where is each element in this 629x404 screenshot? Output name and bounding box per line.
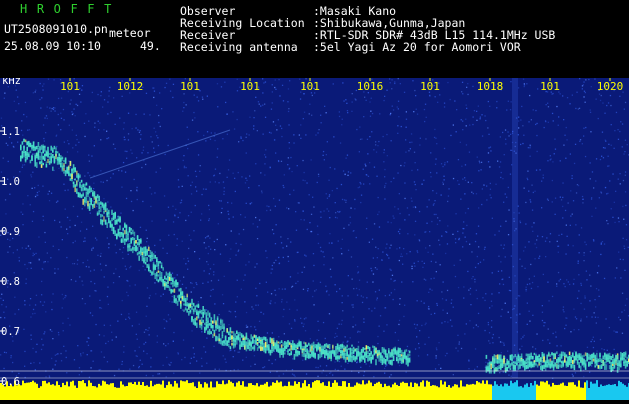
spectrogram-canvas: 101 1012 101 101 101 1016 101 1018 101 1020 1.1 1.… xyxy=(0,78,629,400)
x-tick-label: 101 xyxy=(240,80,260,93)
x-tick-label: 1012 xyxy=(117,80,144,93)
y-tick-label: 0.8 xyxy=(1,276,20,288)
y-tick-label: 0.7 xyxy=(1,326,20,338)
antenna-label: Receiving antenna xyxy=(180,41,298,53)
x-tick-label: 1018 xyxy=(477,80,504,93)
event-tag: meteor xyxy=(109,27,151,39)
spectrogram-background xyxy=(0,78,629,400)
x-tick-label: 101 xyxy=(180,80,200,93)
y-tick-label: 0.6 xyxy=(1,376,20,388)
x-tick-label: 1016 xyxy=(357,80,384,93)
y-tick-label: 1.0 xyxy=(1,176,20,188)
x-tick-label: 1020 xyxy=(597,80,624,93)
seconds-readout: 49. xyxy=(140,40,161,52)
x-tick-label: 101 xyxy=(300,80,320,93)
file-name: UT2508091010.pn xyxy=(4,23,108,35)
y-tick-label: 1.1 xyxy=(1,126,20,138)
date-time: 25.08.09 10:10 xyxy=(4,40,101,52)
y-tick-label: 0.9 xyxy=(1,226,20,238)
x-tick-label: 101 xyxy=(420,80,440,93)
spectrogram-panel: 101 1012 101 101 101 1016 101 1018 101 1020 1.1 1.… xyxy=(0,78,629,400)
antenna-value: :5el Yagi Az 20 for Aomori VOR xyxy=(313,41,521,53)
header-panel: HROFFT UT2508091010.pn meteor 25.08.09 1… xyxy=(0,0,629,78)
y-axis-unit: kHz xyxy=(2,78,21,87)
x-tick-label: 101 xyxy=(60,80,80,93)
app-title: HROFFT xyxy=(20,3,121,15)
x-tick-label: 101 xyxy=(540,80,560,93)
